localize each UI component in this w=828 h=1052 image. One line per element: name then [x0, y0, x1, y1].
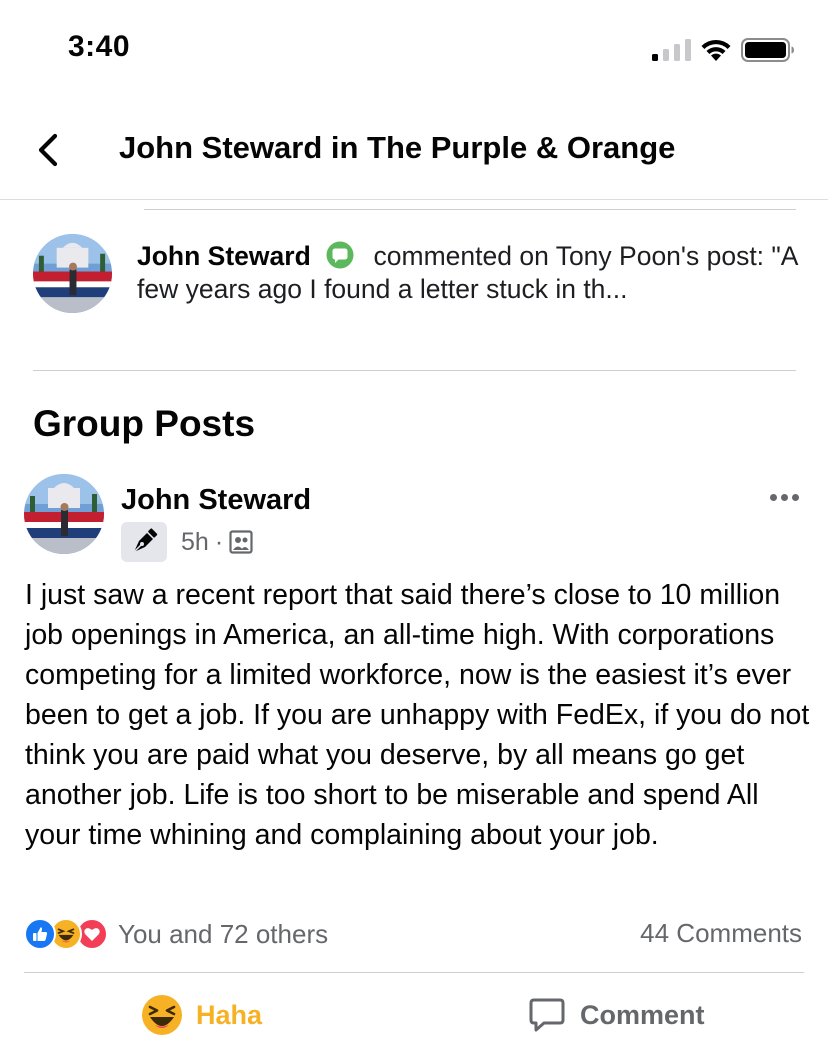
post-author-name[interactable]: John Steward [121, 484, 311, 517]
section-title: Group Posts [33, 403, 256, 444]
divider [24, 972, 804, 973]
haha-emoji-icon [142, 995, 182, 1035]
members-icon [229, 530, 253, 554]
activity-notification[interactable]: John Steward commented on Tony Poon's po… [0, 210, 828, 370]
back-button[interactable] [28, 128, 68, 172]
reaction-count[interactable]: You and 72 others [118, 919, 328, 950]
comments-count[interactable]: 44 Comments [640, 918, 802, 949]
meta-separator: · [214, 527, 224, 556]
notification-author[interactable]: John Steward [137, 241, 311, 271]
comment-label: Comment [580, 999, 705, 1030]
haha-reaction-button[interactable]: Haha [140, 988, 262, 1042]
cellular-signal-icon [652, 39, 691, 61]
dot [769, 493, 777, 501]
post-meta: 5h · [121, 522, 253, 562]
more-options-button[interactable] [763, 482, 805, 512]
dot [791, 493, 799, 501]
chevron-left-icon [38, 133, 58, 167]
comment-bubble-icon [326, 241, 354, 269]
post-timestamp[interactable]: 5h [181, 528, 209, 557]
dot [780, 493, 788, 501]
contributor-badge[interactable] [121, 522, 167, 562]
battery-icon [741, 38, 794, 62]
header: John Steward in The Purple & Orange [0, 100, 828, 200]
pen-nib-icon [132, 528, 158, 554]
avatar-photo [33, 234, 112, 313]
avatar-photo [24, 474, 104, 554]
like-icon [24, 918, 56, 950]
comment-icon [529, 998, 565, 1032]
avatar[interactable] [33, 234, 112, 313]
reactions-summary[interactable]: You and 72 others [24, 916, 328, 952]
wifi-icon [701, 39, 731, 61]
comment-button[interactable]: Comment [528, 988, 705, 1042]
page-title: John Steward in The Purple & Orange [119, 130, 676, 165]
status-time: 3:40 [68, 30, 131, 63]
status-bar: 3:40 [0, 0, 828, 100]
haha-label: Haha [196, 999, 263, 1030]
post-body: I just saw a recent report that said the… [25, 579, 810, 851]
notification-text: John Steward commented on Tony Poon's po… [137, 240, 807, 306]
divider [33, 370, 796, 371]
post-author-avatar[interactable] [24, 474, 104, 554]
